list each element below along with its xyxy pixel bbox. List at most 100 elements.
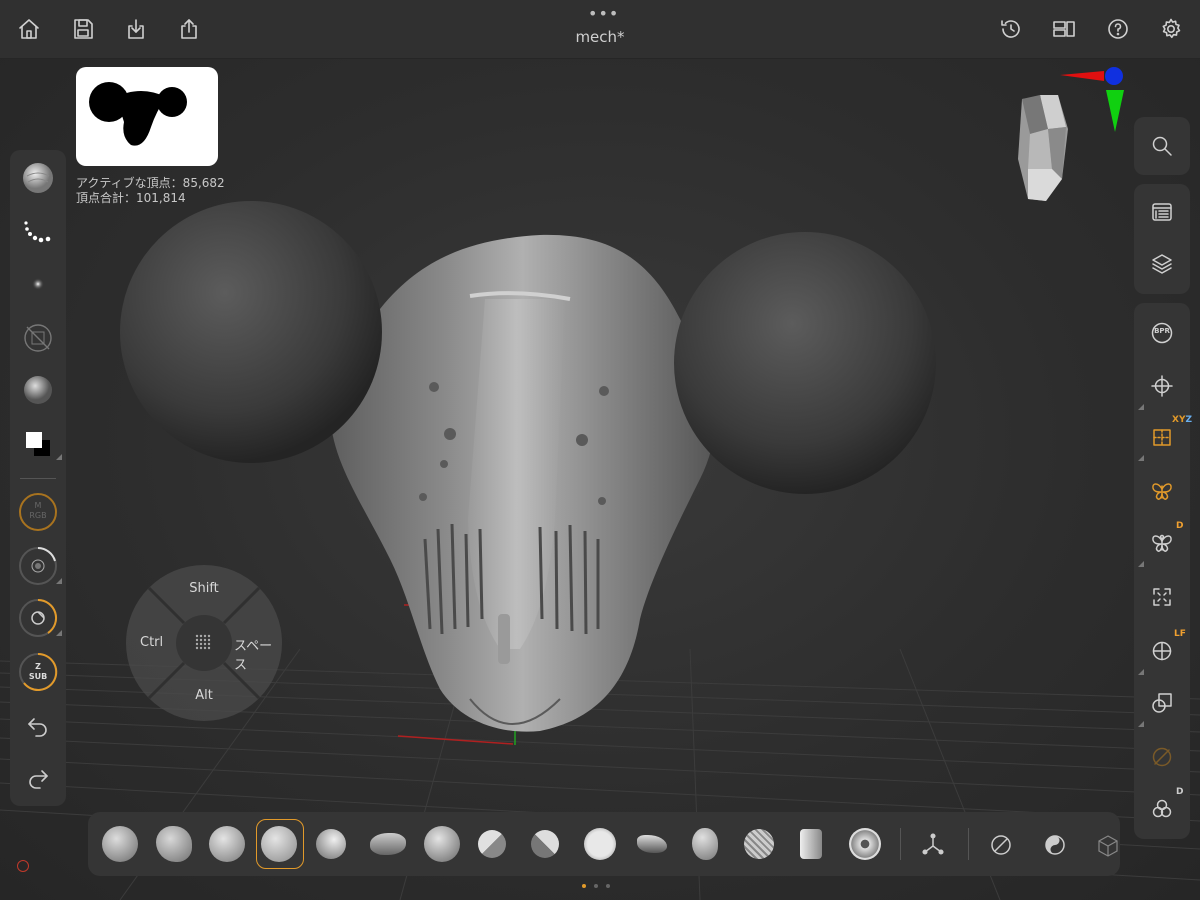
transparency-button[interactable] (1138, 683, 1182, 727)
color-swatch-icon (26, 432, 50, 456)
yin-yang-material-icon[interactable] (1042, 832, 1068, 858)
subtool-button[interactable]: D (1142, 787, 1184, 829)
alpha-shape-icon (89, 82, 187, 146)
undo-icon (28, 718, 47, 737)
matcap-stripe-icon[interactable] (988, 832, 1014, 858)
pinch-brush-icon[interactable] (692, 828, 718, 860)
sub-label: SUB (28, 672, 48, 681)
sphere-grid-icon (1152, 641, 1172, 661)
imm-curve-brush-icon[interactable] (744, 829, 774, 859)
chisel-brush-icon[interactable] (800, 829, 822, 859)
material-selector-button[interactable] (18, 370, 58, 410)
focal-shift-slider[interactable] (18, 598, 62, 638)
texture-off-button[interactable] (18, 318, 58, 358)
draw-size-icon (19, 547, 57, 585)
linefill-button[interactable]: LF (1138, 629, 1186, 675)
symmetry-button[interactable] (1142, 471, 1182, 511)
hpolish-brush-icon[interactable] (478, 830, 506, 858)
z-axis-dot-icon (1105, 67, 1123, 85)
damstandard-brush-icon[interactable] (370, 833, 406, 855)
texture-disabled-icon (24, 324, 52, 352)
undo-button[interactable] (18, 706, 58, 746)
draw-size-slider[interactable] (18, 546, 62, 586)
frame-expand-icon (1153, 588, 1171, 606)
palette-list-icon (1152, 203, 1172, 221)
move-brush-icon[interactable] (261, 826, 297, 862)
symmetry-frame-icon (1153, 429, 1171, 446)
brush-shelf (88, 812, 1120, 876)
trimdynamic-brush-icon[interactable] (531, 830, 559, 858)
stroke-selector-button[interactable] (18, 212, 58, 252)
record-indicator-icon[interactable] (17, 860, 29, 872)
frame-mesh-button[interactable] (1142, 577, 1182, 617)
rgb-label: RGB (29, 511, 47, 520)
polyframe-disabled-icon (1152, 747, 1172, 767)
pad-dividers (147, 586, 261, 700)
slash-brush-icon[interactable] (849, 828, 881, 860)
symmetry-outline-icon (1152, 534, 1172, 552)
color-swatch-button[interactable] (18, 424, 62, 464)
layers-icon (1152, 254, 1172, 274)
rgb-label-m: M (34, 501, 42, 510)
right-panel-view: BPR XYZ D LF D (1134, 303, 1192, 839)
orbit-brush-icon[interactable] (637, 835, 667, 853)
alpha-selector-button[interactable] (18, 264, 58, 304)
tool-palette-button[interactable] (1142, 192, 1182, 232)
left-toolbar: M RGB Z SUB (10, 150, 66, 806)
z-label: Z (35, 662, 41, 671)
material-sphere-icon (24, 376, 52, 404)
clay-buildup-brush-icon[interactable] (102, 826, 138, 862)
redo-button[interactable] (18, 758, 58, 798)
lf-badge: LF (1174, 629, 1186, 639)
layers-button[interactable] (1142, 244, 1182, 284)
page-indicator (582, 884, 610, 888)
search-icon (1152, 136, 1172, 156)
page-dot-2[interactable] (594, 884, 598, 888)
move-transform-button[interactable] (1138, 366, 1182, 410)
page-dot-3[interactable] (606, 884, 610, 888)
bpr-label: BPR (1154, 327, 1170, 335)
symmetry-options-button[interactable]: D (1138, 521, 1184, 567)
polyframe-button[interactable] (1142, 737, 1182, 777)
y-axis-arrow-icon (1106, 90, 1124, 132)
modifier-key-pad: Shift Ctrl スペース Alt (126, 565, 282, 721)
xyz-symmetry-button[interactable]: XYZ (1138, 415, 1192, 461)
more-options-icon[interactable]: ••• (588, 4, 619, 23)
rgb-toggle-button[interactable]: M RGB (18, 492, 58, 532)
settings-gear-icon[interactable] (1156, 14, 1186, 44)
smooth-brush-icon[interactable] (584, 828, 616, 860)
history-icon[interactable] (996, 14, 1026, 44)
active-vertex-count: アクティブな頂点：85,682 (76, 176, 225, 190)
subtool-circles-icon (1152, 799, 1172, 818)
search-button[interactable] (1142, 126, 1182, 166)
subtool-d-badge: D (1176, 787, 1184, 797)
alpha-preview[interactable] (76, 67, 218, 166)
snakehook-brush-icon[interactable] (424, 826, 460, 862)
right-panel-tools (1134, 184, 1190, 294)
redo-icon (29, 770, 48, 789)
alpha-dot-icon (32, 278, 44, 290)
standard-brush-icon[interactable] (209, 826, 245, 862)
layout-icon[interactable] (1049, 14, 1079, 44)
ghost-transparency-icon (1152, 693, 1172, 713)
wireframe-cube-icon[interactable] (1096, 832, 1120, 858)
clay-tubes-brush-icon[interactable] (156, 826, 192, 862)
zintensity-sub-slider[interactable]: Z SUB (18, 652, 58, 692)
gizmo-axis-icon[interactable] (920, 832, 946, 858)
focal-shift-icon (19, 598, 58, 637)
butterfly-icon (1152, 483, 1172, 500)
symmetry-d-badge: D (1176, 521, 1184, 531)
top-bar: ••• mech* (0, 0, 1200, 59)
brush-selector-button[interactable] (18, 158, 58, 198)
navigation-cube-head[interactable] (1000, 59, 1140, 209)
total-vertex-count: 頂点合計：101,814 (76, 191, 186, 205)
page-dot-1[interactable] (582, 884, 586, 888)
xyz-x-label: X (1172, 415, 1179, 425)
brush-sphere-icon (23, 163, 53, 193)
xyz-z-label: Z (1185, 415, 1193, 425)
vertex-stats: アクティブな頂点：85,682 頂点合計：101,814 (76, 176, 225, 206)
bpr-render-button[interactable]: BPR (1142, 313, 1182, 353)
help-icon[interactable] (1103, 14, 1133, 44)
inflate-brush-icon[interactable] (316, 829, 346, 859)
x-axis-arrow-icon (1060, 71, 1104, 81)
